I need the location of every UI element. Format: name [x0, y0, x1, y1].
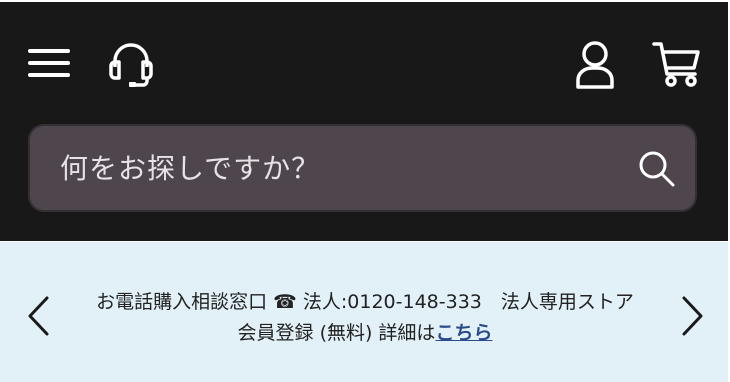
search-bar [28, 124, 697, 212]
search-input[interactable] [60, 144, 620, 192]
headset-icon[interactable] [106, 40, 156, 90]
details-link[interactable]: こちら [435, 322, 492, 344]
search-icon[interactable] [638, 150, 676, 188]
announcement-banner: お電話購入相談窓口 ☎ 法人:0120-148-333 法人専用ストア 会員登録… [0, 242, 728, 382]
chevron-left-icon[interactable] [26, 295, 52, 337]
banner-text-line1: お電話購入相談窓口 ☎ 法人:0120-148-333 法人専用ストア [96, 291, 634, 313]
hamburger-menu-icon[interactable] [28, 47, 70, 79]
site-header [0, 0, 728, 241]
banner-text-line2: 会員登録 (無料) 詳細はこちら [70, 318, 660, 349]
banner-message: お電話購入相談窓口 ☎ 法人:0120-148-333 法人専用ストア 会員登録… [70, 287, 660, 349]
user-icon[interactable] [573, 40, 617, 90]
shopping-cart-icon[interactable] [652, 40, 702, 90]
banner-text-line2-prefix: 会員登録 (無料) 詳細は [237, 322, 436, 344]
chevron-right-icon[interactable] [679, 295, 705, 337]
